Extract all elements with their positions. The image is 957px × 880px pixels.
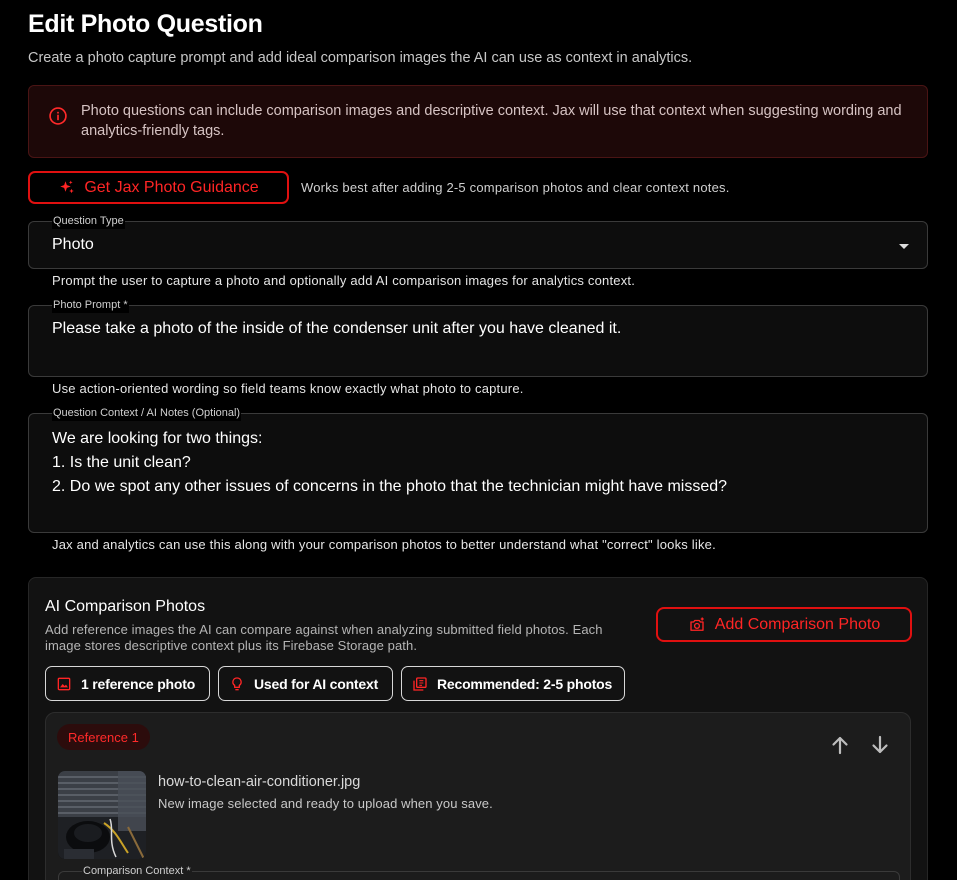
move-up-icon[interactable] — [828, 733, 852, 757]
lightbulb-icon — [232, 676, 242, 690]
add-comparison-photo-label: Add Comparison Photo — [714, 615, 881, 633]
photo-prompt-field[interactable]: Photo Prompt * Please take a photo of th… — [28, 297, 928, 377]
comparison-context-label: Comparison Context * — [82, 863, 192, 879]
photo-prompt-value: Please take a photo of the inside of the… — [52, 320, 622, 337]
chip-label: 1 reference photo — [81, 675, 196, 692]
reference-card: Reference 1 how-to-clean-air-conditioner… — [45, 712, 911, 880]
sparkles-icon — [60, 180, 75, 193]
chevron-down-icon — [899, 244, 909, 249]
context-line: 2. Do we spot any other issues of concer… — [52, 478, 728, 495]
question-context-helper: Jax and analytics can use this along wit… — [52, 537, 716, 552]
info-icon — [49, 107, 67, 125]
question-type-helper: Prompt the user to capture a photo and o… — [52, 273, 636, 288]
chip-label: Used for AI context — [254, 675, 379, 692]
guidance-hint: Works best after adding 2-5 comparison p… — [301, 180, 730, 195]
page-subtitle: Create a photo capture prompt and add id… — [28, 50, 693, 66]
reference-file-name: how-to-clean-air-conditioner.jpg — [158, 774, 361, 790]
context-line: We are looking for two things: — [52, 430, 263, 447]
question-type-label: Question Type — [52, 213, 125, 229]
question-context-label: Question Context / AI Notes (Optional) — [52, 405, 242, 421]
condenser-photo-image — [58, 771, 146, 859]
move-down-icon[interactable] — [868, 733, 892, 757]
comparison-description: Add reference images the AI can compare … — [45, 622, 603, 653]
chip-reference-count: 1 reference photo — [45, 666, 210, 701]
add-photo-icon — [690, 617, 704, 631]
reference-thumbnail[interactable] — [58, 771, 146, 859]
chip-label: Recommended: 2-5 photos — [437, 675, 613, 692]
ai-comparison-panel: AI Comparison Photos Add reference image… — [28, 577, 928, 880]
page-title: Edit Photo Question — [28, 10, 263, 38]
question-context-field[interactable]: Question Context / AI Notes (Optional) W… — [28, 405, 928, 533]
question-type-select[interactable]: Question Type Photo — [28, 213, 928, 269]
context-line: 1. Is the unit clean? — [52, 454, 191, 471]
photo-library-icon — [413, 676, 427, 691]
question-type-value: Photo — [52, 236, 94, 253]
photo-prompt-helper: Use action-oriented wording so field tea… — [52, 381, 524, 396]
info-alert: Photo questions can include comparison i… — [28, 85, 928, 158]
question-context-text: We are looking for two things: 1. Is the… — [52, 427, 727, 499]
comparison-title: AI Comparison Photos — [45, 598, 206, 615]
alert-text: Photo questions can include comparison i… — [81, 103, 902, 139]
add-comparison-photo-button[interactable]: Add Comparison Photo — [656, 607, 912, 642]
reference-badge: Reference 1 — [57, 724, 150, 750]
get-jax-photo-guidance-button[interactable]: Get Jax Photo Guidance — [28, 171, 289, 204]
image-icon — [57, 677, 71, 690]
comparison-context-field[interactable]: Comparison Context * — [58, 863, 900, 880]
reference-status: New image selected and ready to upload w… — [158, 796, 493, 811]
photo-prompt-label: Photo Prompt * — [52, 297, 129, 313]
chip-recommended: Recommended: 2-5 photos — [401, 666, 625, 701]
chip-ai-context: Used for AI context — [218, 666, 393, 701]
guidance-button-label: Get Jax Photo Guidance — [84, 178, 259, 196]
